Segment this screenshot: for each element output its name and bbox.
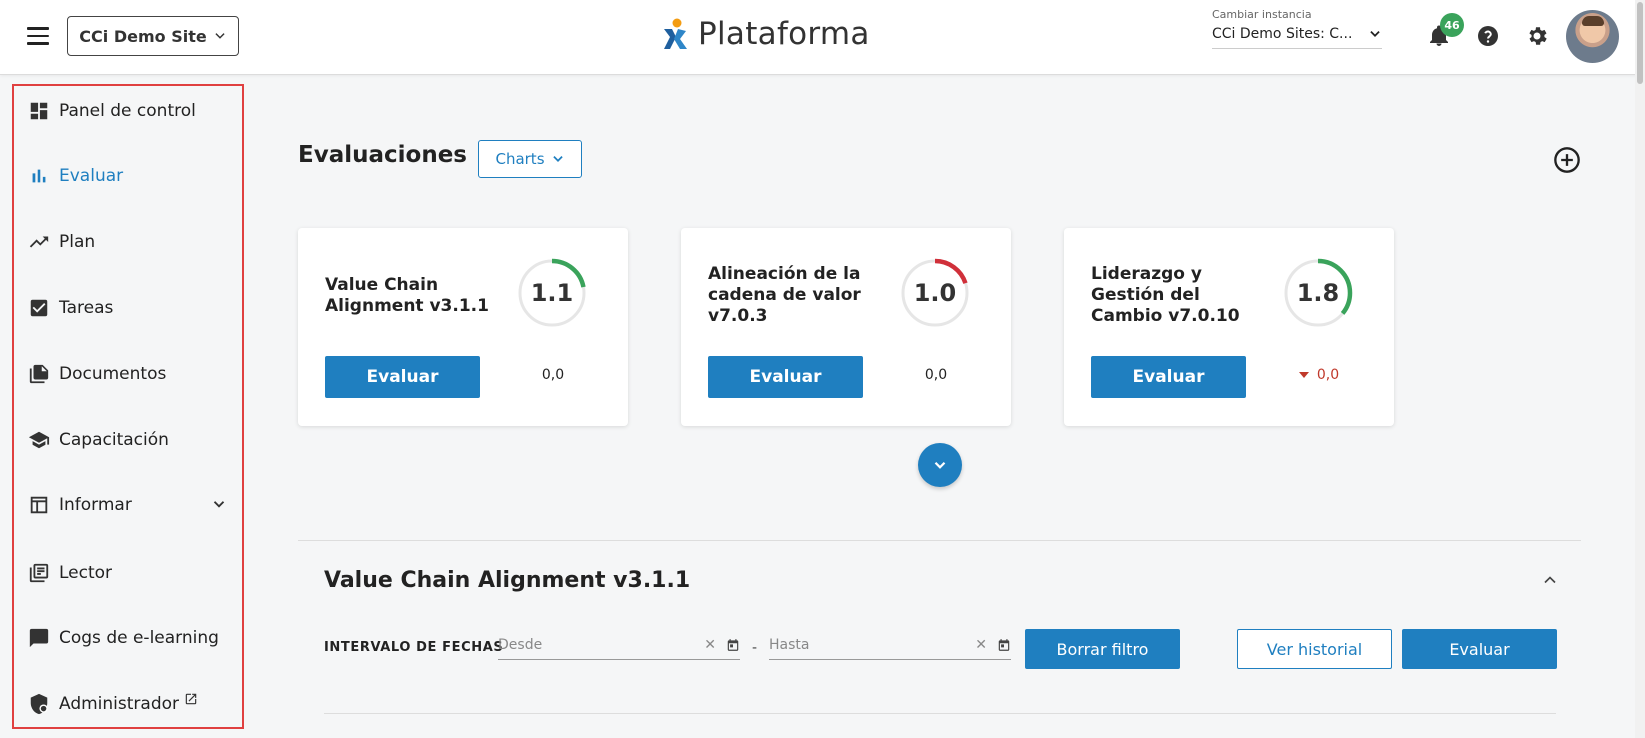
clear-filter-button[interactable]: Borrar filtro — [1025, 629, 1180, 669]
help-icon[interactable] — [1474, 22, 1502, 50]
chevron-down-icon — [1370, 31, 1380, 37]
clear-icon[interactable]: ✕ — [975, 637, 987, 653]
sidebar-item-label: Tareas — [59, 298, 114, 318]
calendar-icon[interactable] — [997, 638, 1011, 652]
brand-name: Plataforma — [698, 16, 870, 52]
site-select-label: CCi Demo Site — [79, 26, 207, 46]
chevron-up-icon[interactable] — [1540, 570, 1560, 590]
site-select[interactable]: CCi Demo Site — [67, 16, 239, 56]
sidebar-item-documentos[interactable]: Documentos — [28, 356, 238, 392]
instance-select[interactable]: CCi Demo Sites: C... — [1212, 26, 1382, 49]
sidebar-item-label: Cogs de e-learning — [59, 628, 219, 648]
brand: Plataforma — [660, 16, 870, 52]
section-divider — [298, 540, 1581, 541]
date-from-placeholder: Desde — [498, 636, 543, 653]
section-title: Value Chain Alignment v3.1.1 — [324, 568, 691, 593]
score-delta: 0,0 — [924, 367, 948, 383]
chat-icon — [29, 628, 49, 648]
admin-shield-icon — [30, 693, 48, 715]
clear-icon[interactable]: ✕ — [704, 637, 716, 653]
menu-icon[interactable] — [27, 27, 49, 45]
sidebar-item-capacitacion[interactable]: Capacitación — [28, 422, 238, 458]
sidebar-item-label: Administrador — [59, 694, 180, 714]
logo-icon — [664, 18, 687, 49]
date-to-input[interactable]: Hasta ✕ — [769, 630, 1011, 660]
score-value: 1.0 — [913, 279, 957, 307]
sidebar-item-cogs-de-e-learning[interactable]: Cogs de e-learning — [28, 620, 238, 656]
assessment-card: Liderazgo y Gestión del Cambio v7.0.10 1… — [1064, 228, 1394, 426]
scrollbar-thumb[interactable] — [1637, 2, 1643, 84]
card-title: Liderazgo y Gestión del Cambio v7.0.10 — [1091, 264, 1240, 326]
card-title: Alineación de la cadena de valor v7.0.3 — [708, 264, 861, 326]
sidebar-item-evaluar[interactable]: Evaluar — [28, 158, 238, 194]
top-bar: CCi Demo Site Plataforma Cambiar instanc… — [0, 0, 1645, 75]
instance-switcher[interactable]: Cambiar instancia CCi Demo Sites: C... — [1212, 8, 1390, 49]
score-delta: 0,0 — [541, 367, 565, 383]
user-avatar[interactable] — [1566, 10, 1619, 63]
sidebar-item-label: Documentos — [59, 364, 167, 384]
score-delta-value: 0,0 — [1316, 367, 1340, 383]
dashboard-icon — [30, 102, 48, 120]
sidebar-item-tareas[interactable]: Tareas — [28, 290, 238, 326]
sidebar-item-panel-de-control[interactable]: Panel de control — [28, 93, 238, 129]
sidebar-item-label: Informar — [59, 495, 132, 515]
assessment-card: Value Chain Alignment v3.1.1 1.1 Evaluar… — [298, 228, 628, 426]
evaluate-button[interactable]: Evaluar — [325, 356, 480, 398]
trending-up-icon — [29, 236, 49, 248]
settings-gear-icon[interactable] — [1523, 22, 1551, 50]
add-circle-icon[interactable] — [1553, 146, 1581, 174]
date-from-input[interactable]: Desde ✕ — [498, 630, 740, 660]
library-icon — [29, 563, 49, 583]
arrow-down-icon — [1298, 372, 1309, 378]
page-scrollbar[interactable] — [1635, 0, 1645, 738]
checkbox-icon — [30, 299, 48, 317]
instance-value: CCi Demo Sites: C... — [1212, 26, 1353, 42]
sidebar-item-plan[interactable]: Plan — [28, 224, 238, 260]
calendar-icon[interactable] — [726, 638, 740, 652]
expand-cards-button[interactable] — [918, 443, 962, 487]
score-value: 1.1 — [530, 279, 574, 307]
chevron-down-icon — [934, 461, 946, 469]
sidebar: Panel de control Evaluar Plan Tareas Doc… — [12, 84, 244, 729]
date-range-separator: - — [752, 640, 758, 656]
sidebar-item-label: Evaluar — [59, 166, 124, 186]
table-icon — [30, 496, 48, 514]
sidebar-item-informar[interactable]: Informar — [28, 487, 238, 523]
school-icon — [28, 431, 50, 449]
date-range-label: INTERVALO DE FECHAS — [324, 640, 504, 655]
bar-chart-icon — [32, 169, 46, 183]
chevron-down-icon — [552, 156, 563, 162]
sidebar-item-label: Panel de control — [59, 101, 196, 121]
external-link-icon — [185, 693, 197, 705]
charts-button-label: Charts — [495, 150, 545, 168]
date-to-placeholder: Hasta — [769, 636, 810, 653]
documents-icon — [29, 364, 49, 384]
sidebar-item-label: Plan — [59, 232, 96, 252]
evaluate-button[interactable]: Evaluar — [1091, 356, 1246, 398]
chevron-down-icon — [215, 33, 225, 39]
page-title: Evaluaciones — [298, 142, 467, 168]
evaluate-section-button[interactable]: Evaluar — [1402, 629, 1557, 669]
score-value: 1.8 — [1296, 279, 1340, 307]
assessment-card: Alineación de la cadena de valor v7.0.3 … — [681, 228, 1011, 426]
card-title: Value Chain Alignment v3.1.1 — [325, 275, 489, 316]
charts-dropdown-button[interactable]: Charts — [478, 140, 582, 178]
sidebar-item-label: Lector — [59, 563, 113, 583]
section-divider — [324, 713, 1556, 714]
score-delta: 0,0 — [1284, 367, 1354, 383]
chevron-down-icon[interactable] — [210, 495, 228, 513]
sidebar-item-administrador[interactable]: Administrador — [28, 686, 238, 722]
evaluate-button[interactable]: Evaluar — [708, 356, 863, 398]
sidebar-item-lector[interactable]: Lector — [28, 555, 238, 591]
notification-badge: 46 — [1440, 13, 1464, 37]
view-history-button[interactable]: Ver historial — [1237, 629, 1392, 669]
sidebar-item-label: Capacitación — [59, 430, 169, 450]
instance-label: Cambiar instancia — [1212, 8, 1312, 21]
